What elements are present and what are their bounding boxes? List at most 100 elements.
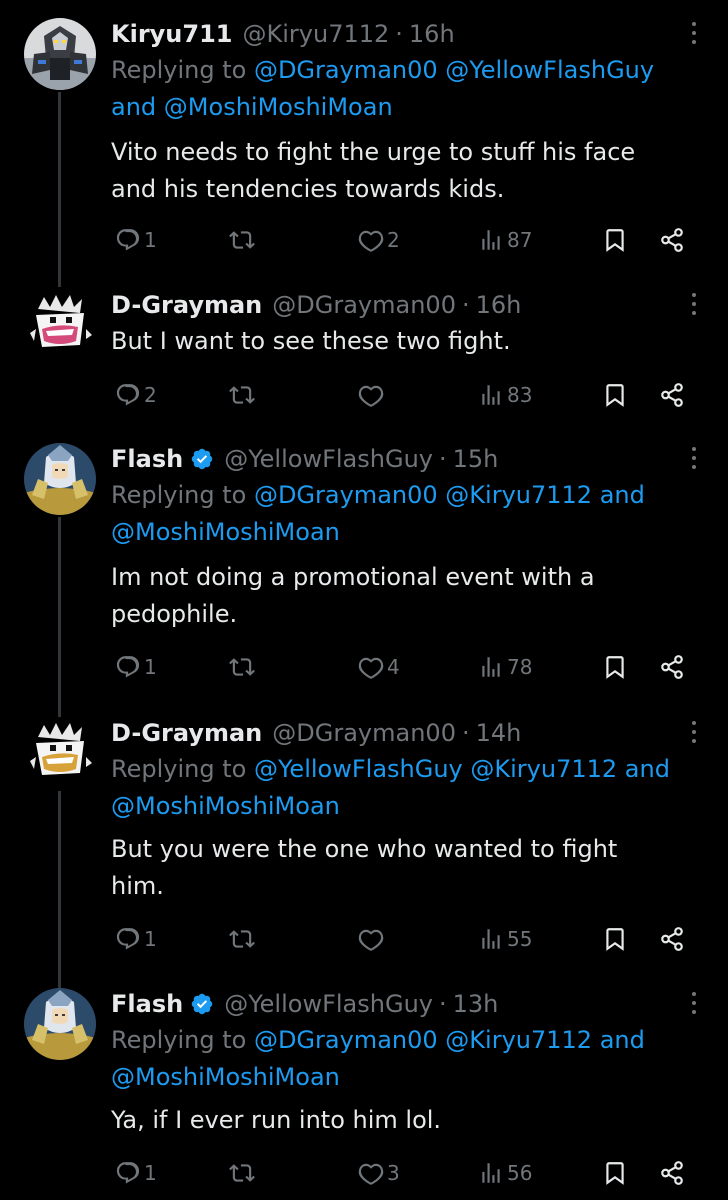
views-button[interactable]: 83	[478, 375, 532, 415]
tweet-text-line: him.	[111, 872, 164, 900]
mention-link[interactable]: @MoshiMoshiMoan	[111, 1063, 340, 1091]
timestamp[interactable]: 16h	[476, 291, 522, 319]
timestamp[interactable]: 16h	[409, 20, 455, 48]
like-button[interactable]	[358, 375, 387, 415]
analytics-icon	[482, 385, 500, 405]
retweet-icon	[229, 386, 255, 404]
more-options-icon[interactable]	[690, 721, 698, 747]
tweet[interactable]: D-Grayman @DGrayman00 · 16h But I want t…	[0, 283, 728, 428]
tweet-text-line: Ya, if I ever run into him lol.	[111, 1106, 442, 1134]
timestamp[interactable]: 13h	[453, 990, 499, 1018]
share-button[interactable]	[659, 220, 685, 260]
views-button[interactable]: 56	[478, 1153, 532, 1193]
more-options-icon[interactable]	[690, 447, 698, 473]
tweet-text: But you were the one who wanted to fight…	[111, 831, 701, 905]
bookmark-button[interactable]	[602, 220, 628, 260]
more-options-icon[interactable]	[690, 22, 698, 48]
like-button[interactable]: 3	[358, 1153, 400, 1193]
mecha-robot-avatar[interactable]	[24, 18, 96, 90]
share-button[interactable]	[659, 1153, 685, 1193]
bookmark-button[interactable]	[602, 647, 628, 687]
and-others-link[interactable]: and	[600, 1026, 645, 1054]
mention-link[interactable]: @MoshiMoshiMoan	[111, 792, 340, 820]
reply-button[interactable]: 1	[115, 919, 157, 959]
bookmark-button[interactable]	[602, 919, 628, 959]
display-name[interactable]: Flash	[111, 990, 183, 1018]
like-button[interactable]	[358, 919, 387, 959]
retweet-button[interactable]	[229, 919, 258, 959]
retweet-button[interactable]	[229, 647, 258, 687]
separator-dot: ·	[438, 445, 447, 473]
mention-link[interactable]: @YellowFlashGuy	[445, 56, 654, 84]
display-name[interactable]: Kiryu711	[111, 20, 233, 48]
tweet[interactable]: Flash @YellowFlashGuy · 15h Replying to …	[0, 437, 728, 722]
mention-link[interactable]: @DGrayman00	[254, 481, 438, 509]
heart-icon	[358, 929, 384, 951]
views-button[interactable]: 87	[478, 220, 532, 260]
cartoon-grin-avatar[interactable]	[24, 717, 96, 789]
reply-button[interactable]: 1	[115, 1153, 157, 1193]
analytics-icon	[482, 1163, 500, 1183]
mention-link[interactable]: @DGrayman00	[254, 56, 438, 84]
display-name[interactable]: D-Grayman	[111, 291, 262, 319]
reply-icon	[116, 229, 140, 251]
and-others-link[interactable]: and	[600, 481, 645, 509]
cartoon-grin-avatar[interactable]	[24, 289, 96, 361]
bookmark-button[interactable]	[602, 375, 628, 415]
retweet-button[interactable]	[229, 375, 258, 415]
share-button[interactable]	[659, 919, 685, 959]
user-handle[interactable]: @DGrayman00	[272, 719, 456, 747]
avatar-image	[24, 988, 96, 1060]
avatar-image	[24, 443, 96, 515]
user-handle[interactable]: @YellowFlashGuy	[224, 445, 433, 473]
tweet-text-line: pedophile.	[111, 600, 238, 628]
tweet-header: Flash @YellowFlashGuy · 13h	[111, 986, 498, 1022]
user-handle[interactable]: @Kiryu7112	[243, 20, 390, 48]
tweet[interactable]: Kiryu711 @Kiryu7112 · 16h Replying to @D…	[0, 12, 728, 287]
more-options-icon[interactable]	[690, 293, 698, 319]
tweet-header: Kiryu711 @Kiryu7112 · 16h	[111, 16, 455, 52]
analytics-icon	[482, 929, 500, 949]
share-button[interactable]	[659, 647, 685, 687]
retweet-icon	[229, 658, 255, 676]
and-others-link[interactable]: and	[625, 755, 670, 783]
bookmark-icon	[606, 384, 624, 407]
display-name[interactable]: Flash	[111, 445, 183, 473]
reply-button[interactable]: 1	[115, 647, 157, 687]
timestamp[interactable]: 14h	[476, 719, 522, 747]
retweet-button[interactable]	[229, 220, 258, 260]
retweet-button[interactable]	[229, 1153, 258, 1193]
like-button[interactable]: 4	[358, 647, 400, 687]
reply-icon	[116, 656, 140, 678]
mention-link[interactable]: @YellowFlashGuy	[254, 755, 463, 783]
reply-icon	[116, 1162, 140, 1184]
tweet-text: Ya, if I ever run into him lol.	[111, 1102, 701, 1139]
view-count: 56	[507, 1161, 533, 1185]
user-handle[interactable]: @YellowFlashGuy	[224, 990, 433, 1018]
tweet[interactable]: Flash @YellowFlashGuy · 13h Replying to …	[0, 982, 728, 1200]
share-button[interactable]	[659, 375, 685, 415]
timestamp[interactable]: 15h	[453, 445, 499, 473]
reply-button[interactable]: 1	[115, 220, 157, 260]
tweet[interactable]: D-Grayman @DGrayman00 · 14h Replying to …	[0, 711, 728, 996]
armored-knight-avatar[interactable]	[24, 443, 96, 515]
armored-knight-avatar[interactable]	[24, 988, 96, 1060]
user-handle[interactable]: @DGrayman00	[272, 291, 456, 319]
and-others-link[interactable]: and	[111, 93, 156, 121]
mention-link[interactable]: @MoshiMoshiMoan	[164, 93, 393, 121]
mention-link[interactable]: @Kiryu7112	[470, 755, 617, 783]
views-button[interactable]: 78	[478, 647, 532, 687]
replying-to: Replying to @DGrayman00 @YellowFlashGuy …	[111, 52, 711, 126]
mention-link[interactable]: @MoshiMoshiMoan	[111, 518, 340, 546]
more-options-icon[interactable]	[690, 992, 698, 1018]
reply-button[interactable]: 2	[115, 375, 157, 415]
verified-badge-icon	[190, 992, 214, 1016]
mention-link[interactable]: @Kiryu7112	[445, 481, 592, 509]
like-button[interactable]: 2	[358, 220, 400, 260]
mention-link[interactable]: @DGrayman00	[254, 1026, 438, 1054]
views-button[interactable]: 55	[478, 919, 532, 959]
mention-link[interactable]: @Kiryu7112	[445, 1026, 592, 1054]
bookmark-button[interactable]	[602, 1153, 628, 1193]
display-name[interactable]: D-Grayman	[111, 719, 262, 747]
reply-icon	[116, 928, 140, 950]
